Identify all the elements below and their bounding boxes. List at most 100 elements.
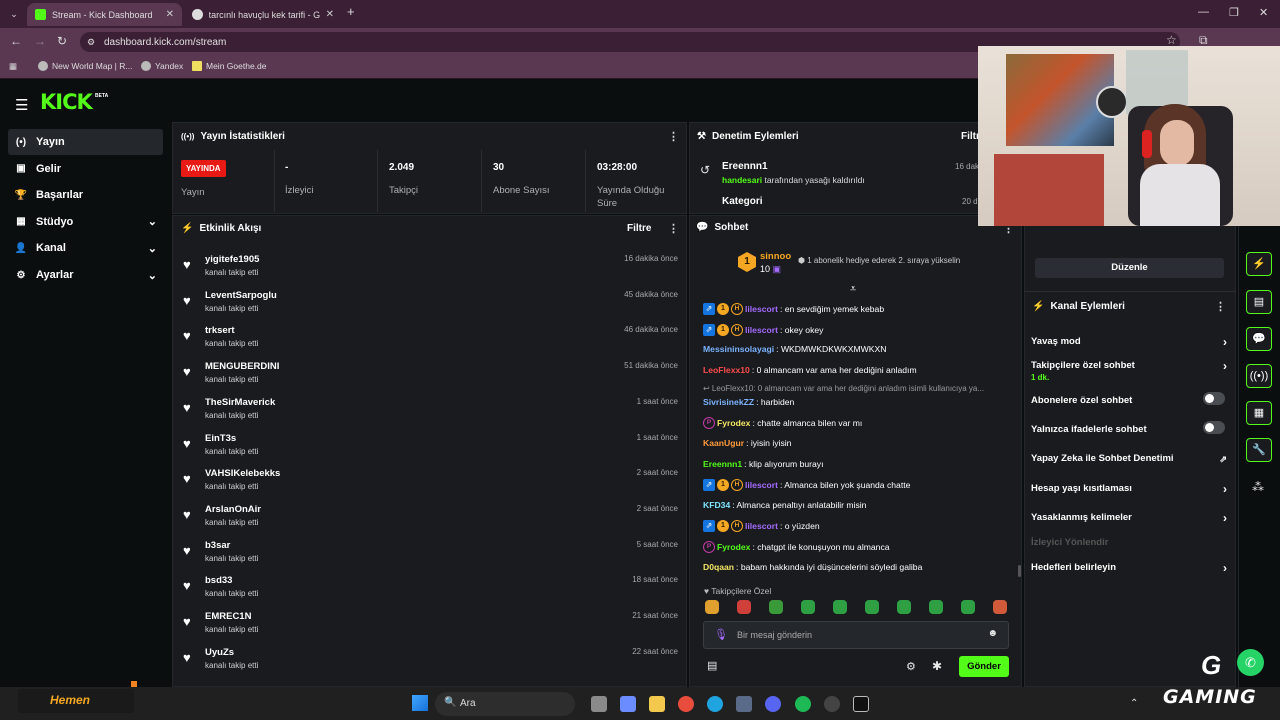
quick-action-wrench-icon[interactable]: 🔧	[1246, 438, 1272, 462]
quick-action-chat-icon[interactable]: 💬	[1246, 327, 1272, 351]
close-icon[interactable]: ✕	[326, 9, 334, 20]
tab-search-button[interactable]: ⌄	[5, 3, 23, 26]
channel-action-item[interactable]: Yapay Zeka ile Sohbet Denetimi ⇗	[1031, 453, 1227, 464]
emote-icon[interactable]	[993, 600, 1007, 614]
sidebar-item-yayın[interactable]: (•) Yayın	[8, 129, 163, 155]
edge-icon[interactable]	[707, 696, 723, 712]
mod-actor[interactable]: handesari	[722, 175, 762, 185]
chevron-down-icon[interactable]: ⌄	[148, 215, 157, 228]
discord-icon[interactable]	[765, 696, 781, 712]
maximize-icon[interactable]: ❐	[1229, 6, 1239, 19]
chat-username[interactable]: LeoFlexx10	[703, 365, 750, 375]
kick-logo[interactable]: KICK	[40, 90, 93, 114]
emote-icon[interactable]	[705, 600, 719, 614]
chat-username[interactable]: Fyrodex	[717, 542, 750, 552]
collapse-icon[interactable]: ⩡	[850, 283, 856, 296]
bookmark-item[interactable]: New World Map | R...	[38, 61, 132, 71]
sidebar-item-ayarlar[interactable]: ⚙ Ayarlar ⌄	[8, 262, 163, 288]
chevron-down-icon[interactable]: ⌄	[148, 269, 157, 282]
quick-action-broadcast-icon[interactable]: ((•))	[1246, 364, 1272, 388]
channel-action-item[interactable]: Yavaş mod ›	[1031, 335, 1227, 349]
channel-action-item[interactable]: Hesap yaşı kısıtlaması ›	[1031, 482, 1227, 496]
new-tab-button[interactable]: +	[347, 4, 355, 19]
settings-icon[interactable]: ⚙	[906, 660, 916, 673]
bookmark-item[interactable]: Mein Goethe.de	[192, 61, 266, 71]
emote-icon[interactable]	[961, 600, 975, 614]
tab-kick-dashboard[interactable]: Stream - Kick Dashboard ✕	[27, 3, 182, 26]
app-g-icon[interactable]	[853, 696, 869, 712]
chat-scrollbar[interactable]	[1018, 565, 1021, 577]
microphone-icon[interactable]: 🎙	[714, 628, 728, 641]
emote-icon[interactable]	[769, 600, 783, 614]
reload-icon[interactable]: ↻	[57, 34, 67, 48]
close-icon[interactable]: ✕	[166, 9, 174, 20]
toggle-switch[interactable]	[1203, 421, 1225, 434]
chat-username[interactable]: Ereennn1	[703, 459, 742, 469]
follower-name[interactable]: trksert	[205, 325, 235, 336]
more-icon[interactable]: ⋮	[1215, 300, 1226, 313]
tab-google-search[interactable]: tarcınlı havuçlu kek tarifi - Goo ✕	[184, 3, 342, 26]
sidebar-item-gelir[interactable]: ▣ Gelir	[8, 156, 163, 182]
site-info-icon[interactable]: ⚙	[87, 37, 95, 48]
chat-username[interactable]: lilescort	[745, 325, 778, 335]
chat-username[interactable]: lilescort	[745, 304, 778, 314]
chat-username[interactable]: lilescort	[745, 521, 778, 531]
channel-action-item[interactable]: Yasaklanmış kelimeler ›	[1031, 511, 1227, 525]
toggle-switch[interactable]	[1203, 392, 1225, 405]
menu-icon[interactable]: ☰	[15, 96, 28, 114]
channel-action-item[interactable]: Hedefleri belirleyin ›	[1031, 561, 1227, 575]
chat-username[interactable]: lilescort	[745, 480, 778, 490]
quick-action-lightning-icon[interactable]: ⚡	[1246, 252, 1272, 276]
follower-name[interactable]: ArslanOnAir	[205, 504, 261, 515]
follower-name[interactable]: bsd33	[205, 575, 232, 586]
channel-action-item[interactable]: Yalnızca ifadelerle sohbet	[1031, 421, 1227, 435]
follower-name[interactable]: EinT3s	[205, 433, 236, 444]
file-explorer-icon[interactable]	[649, 696, 665, 712]
edit-button[interactable]: Düzenle	[1035, 258, 1224, 278]
follower-name[interactable]: b3sar	[205, 540, 230, 551]
emote-icon[interactable]	[897, 600, 911, 614]
back-icon[interactable]: ←	[10, 34, 22, 48]
tray-chevron-icon[interactable]: ⌃	[1130, 698, 1138, 709]
mod-target-user[interactable]: Ereennn1	[722, 161, 768, 172]
chat-username[interactable]: SivrisinekZZ	[703, 397, 754, 407]
store-icon[interactable]: ▤	[707, 659, 717, 672]
more-icon[interactable]: ⋮	[668, 222, 679, 235]
quick-action-layout-icon[interactable]: ▦	[1246, 401, 1272, 425]
quick-action-document-icon[interactable]: ▤	[1246, 290, 1272, 314]
share-icon[interactable]: ⁂	[1252, 480, 1264, 494]
chat-username[interactable]: Fyrodex	[717, 418, 750, 428]
follower-name[interactable]: LeventSarpoglu	[205, 290, 277, 301]
task-view-icon[interactable]	[591, 696, 607, 712]
emote-icon[interactable]	[801, 600, 815, 614]
whatsapp-icon[interactable]: ✆	[1237, 649, 1264, 676]
follower-name[interactable]: UyuZs	[205, 647, 234, 658]
emote-icon[interactable]	[833, 600, 847, 614]
follower-name[interactable]: TheSirMaverick	[205, 397, 275, 408]
sidebar-item-başarılar[interactable]: 🏆 Başarılar	[8, 182, 163, 208]
emoji-icon[interactable]: ☻	[987, 628, 998, 639]
channel-action-item[interactable]: Takipçilere özel sohbet 1 dk. ›	[1031, 359, 1227, 382]
emote-icon[interactable]	[929, 600, 943, 614]
taskbar-search[interactable]: 🔍 Ara	[435, 692, 575, 716]
pinned-message[interactable]: ⬢ 1 abonelik hediye ederek 2. sıraya yük…	[798, 256, 960, 265]
pinned-user[interactable]: sinnoo	[760, 251, 791, 262]
users-icon[interactable]: ✱	[932, 659, 942, 673]
spotify-icon[interactable]	[795, 696, 811, 712]
emote-icon[interactable]	[737, 600, 751, 614]
follower-name[interactable]: EMREC1N	[205, 611, 251, 622]
apps-grid-icon[interactable]: ▦	[9, 61, 17, 72]
close-window-icon[interactable]: ✕	[1259, 6, 1268, 19]
emote-icon[interactable]	[865, 600, 879, 614]
sidebar-item-kanal[interactable]: 👤 Kanal ⌄	[8, 235, 163, 261]
chrome-icon[interactable]	[678, 696, 694, 712]
follower-name[interactable]: MENGUBERDINI	[205, 361, 279, 372]
activity-filter-button[interactable]: Filtre	[627, 223, 651, 234]
channel-action-item[interactable]: Abonelere özel sohbet	[1031, 392, 1227, 406]
more-icon[interactable]: ⋮	[668, 130, 679, 143]
steam-icon[interactable]	[824, 696, 840, 712]
sidebar-item-stüdyo[interactable]: ▦ Stüdyo ⌄	[8, 209, 163, 235]
chevron-down-icon[interactable]: ⌄	[148, 242, 157, 255]
chat-username[interactable]: KaanUgur	[703, 438, 744, 448]
bookmark-star-icon[interactable]: ☆	[1166, 33, 1177, 47]
